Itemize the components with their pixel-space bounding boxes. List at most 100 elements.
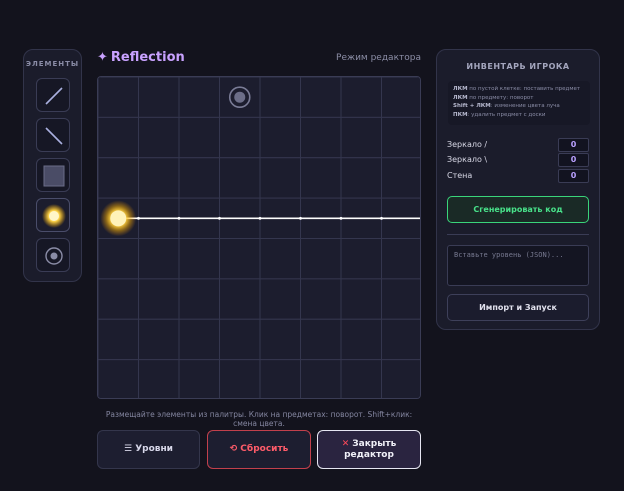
grid-cell[interactable] — [340, 116, 382, 159]
help-line: ЛКМ по предмету: поворот — [453, 94, 585, 103]
grid-cell[interactable] — [178, 318, 220, 361]
grid-cell[interactable] — [219, 318, 261, 361]
grid-cell[interactable] — [259, 359, 301, 399]
grid-cell[interactable] — [300, 77, 342, 118]
grid-cell[interactable] — [381, 278, 422, 320]
grid-cell[interactable] — [300, 278, 342, 320]
help-line: ЛКМ по пустой клетке: поставить предмет — [453, 85, 585, 94]
inventory-row-wall: Стена 0 — [447, 169, 589, 183]
grid-cell[interactable] — [178, 238, 220, 280]
grid-cell[interactable] — [259, 116, 301, 159]
mirror-backslash-tool[interactable] — [36, 118, 70, 152]
game-title: ✦ Reflection — [97, 50, 185, 65]
grid-cell[interactable] — [340, 278, 382, 320]
inventory-row-mirror-slash: Зеркало / 0 — [447, 138, 589, 152]
grid-cell[interactable] — [381, 238, 422, 280]
grid-cell[interactable] — [138, 116, 180, 159]
grid-cell[interactable] — [178, 77, 220, 118]
close-editor-label-2: редактор — [344, 449, 394, 460]
grid-cell[interactable] — [340, 359, 382, 399]
mirror-backslash-count-input[interactable]: 0 — [558, 153, 589, 167]
grid-cell[interactable] — [98, 116, 139, 159]
wall-icon — [43, 165, 65, 187]
help-key: ЛКМ — [453, 94, 468, 101]
grid-cell[interactable] — [300, 157, 342, 199]
wall-count-input[interactable]: 0 — [558, 169, 589, 183]
grid-cell[interactable] — [219, 359, 261, 399]
beam-node — [177, 216, 181, 220]
grid-cell[interactable] — [138, 238, 180, 280]
sparkle-icon: ✦ — [97, 50, 108, 65]
grid-cell[interactable] — [138, 278, 180, 320]
reset-button[interactable]: ⟲ Сбросить — [207, 430, 311, 469]
grid-cell[interactable] — [259, 318, 301, 361]
grid-cell[interactable] — [178, 359, 220, 399]
grid-cell[interactable] — [300, 116, 342, 159]
grid-cell[interactable] — [178, 157, 220, 199]
light-source-tool[interactable] — [36, 198, 70, 232]
grid-cell[interactable] — [259, 278, 301, 320]
game-board[interactable] — [97, 76, 421, 399]
grid-cell[interactable] — [98, 157, 139, 199]
close-editor-button[interactable]: ✕ Закрыть редактор — [317, 430, 421, 469]
target-core — [234, 91, 246, 103]
grid-cell[interactable] — [340, 77, 382, 118]
close-editor-label-1: Закрыть — [352, 438, 397, 449]
target-tool[interactable] — [36, 238, 70, 272]
light-source — [110, 210, 127, 227]
grid-cell[interactable] — [138, 359, 180, 399]
levels-button[interactable]: ☰ Уровни — [97, 430, 200, 469]
grid-cell[interactable] — [381, 359, 422, 399]
grid-cell[interactable] — [138, 77, 180, 118]
game-title-text: Reflection — [110, 50, 185, 65]
elements-palette: ЭЛЕМЕНТЫ — [23, 49, 82, 282]
grid-cell[interactable] — [219, 116, 261, 159]
grid-cell[interactable] — [381, 157, 422, 199]
grid-cell[interactable] — [98, 359, 139, 399]
close-icon: ✕ — [341, 438, 350, 449]
grid-cell[interactable] — [98, 238, 139, 280]
inventory-label: Зеркало / — [447, 140, 488, 149]
mirror-slash-tool[interactable] — [36, 78, 70, 112]
grid-cell[interactable] — [259, 157, 301, 199]
grid-cell[interactable] — [98, 318, 139, 361]
grid-cell[interactable] — [340, 238, 382, 280]
level-json-input[interactable] — [447, 245, 589, 286]
grid-cell[interactable] — [98, 77, 139, 118]
grid-cell[interactable] — [300, 359, 342, 399]
grid-cell[interactable] — [300, 318, 342, 361]
grid-cell[interactable] — [340, 318, 382, 361]
controls-help: ЛКМ по пустой клетке: поставить предмет … — [448, 81, 590, 125]
grid-cell[interactable] — [381, 116, 422, 159]
grid-cell[interactable] — [219, 238, 261, 280]
help-text: : удалить предмет с доски — [467, 111, 546, 118]
mirror-slash-count-input[interactable]: 0 — [558, 138, 589, 152]
wall-tool[interactable] — [36, 158, 70, 192]
grid-cell[interactable] — [138, 157, 180, 199]
grid-cell[interactable] — [259, 77, 301, 118]
grid-cell[interactable] — [219, 157, 261, 199]
grid-cell[interactable] — [381, 77, 422, 118]
grid-cell[interactable] — [259, 238, 301, 280]
generate-code-button[interactable]: Сгенерировать код — [447, 196, 589, 223]
board-grid[interactable] — [98, 77, 421, 399]
target-icon — [45, 247, 63, 265]
help-key: ЛКМ — [453, 86, 468, 92]
divider — [447, 234, 589, 235]
grid-cell[interactable] — [300, 238, 342, 280]
grid-cell[interactable] — [178, 116, 220, 159]
light-source-icon — [42, 204, 66, 228]
grid-cell[interactable] — [98, 278, 139, 320]
beam-node — [380, 216, 383, 220]
mirror-slash-icon — [45, 87, 63, 105]
grid-cell[interactable] — [381, 318, 422, 361]
grid-cell[interactable] — [138, 318, 180, 361]
grid-cell[interactable] — [340, 157, 382, 199]
editor-hint: Размещайте элементы из палитры. Клик на … — [105, 410, 413, 428]
beam-node — [299, 216, 302, 220]
inventory-row-mirror-backslash: Зеркало \ 0 — [447, 153, 589, 167]
import-run-button[interactable]: Импорт и Запуск — [447, 294, 589, 321]
grid-cell[interactable] — [178, 278, 220, 320]
grid-cell[interactable] — [219, 278, 261, 320]
help-key: Shift + ЛКМ — [453, 103, 491, 109]
